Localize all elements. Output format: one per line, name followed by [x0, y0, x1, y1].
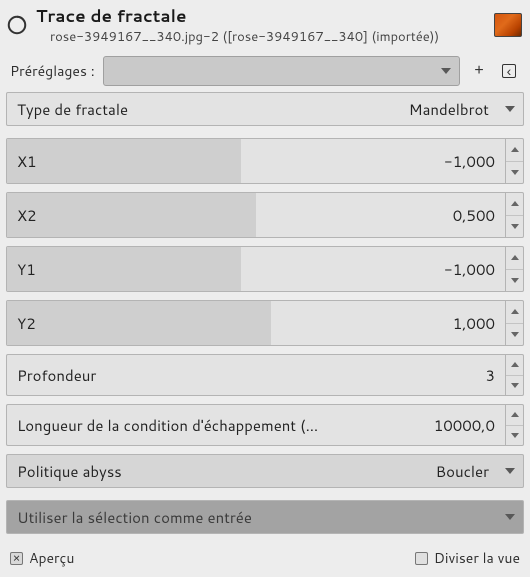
x2-spin-up[interactable] — [506, 193, 523, 215]
presets-row: Préréglages : + — [0, 50, 530, 92]
abyss-value: Boucler — [436, 461, 489, 482]
y2-fill — [7, 301, 271, 345]
escape-value: 10000,0 — [434, 415, 495, 436]
depth-spin-down[interactable] — [506, 375, 523, 396]
y1-fill — [7, 247, 241, 291]
dialog-subtitle: rose-3949167__340.jpg-2 ([rose-3949167__… — [36, 28, 486, 46]
escape-spinner — [505, 405, 523, 445]
x2-spin-down[interactable] — [506, 215, 523, 238]
checkbox-unchecked-icon — [415, 552, 428, 565]
preview-checkbox[interactable]: Aperçu — [10, 548, 74, 568]
y2-slider[interactable]: Y2 1,000 — [6, 300, 524, 346]
use-selection-label: Utiliser la sélection comme entrée — [17, 507, 252, 528]
escape-spin-down[interactable] — [506, 425, 523, 446]
presets-combo[interactable] — [103, 56, 460, 86]
fractal-type-select[interactable]: Type de fractale Mandelbrot — [6, 92, 524, 126]
title-block: Trace de fractale rose-3949167__340.jpg-… — [36, 4, 486, 46]
fractal-type-value: Mandelbrot — [409, 99, 489, 120]
x2-fill — [7, 193, 256, 237]
y1-spinner — [505, 247, 523, 291]
params-panel: Type de fractale Mandelbrot X1 -1,000 — [0, 92, 530, 534]
chevron-down-icon — [441, 68, 451, 74]
depth-label: Profondeur — [17, 365, 96, 386]
abyss-policy-select[interactable]: Politique abyss Boucler — [6, 454, 524, 488]
y1-label: Y1 — [17, 259, 36, 280]
x1-spinner — [505, 139, 523, 183]
dialog-fractal-trace: Trace de fractale rose-3949167__340.jpg-… — [0, 0, 530, 572]
gimp-icon — [6, 14, 28, 36]
depth-value: 3 — [485, 365, 495, 386]
abyss-label: Politique abyss — [17, 461, 122, 482]
x2-value: 0,500 — [453, 205, 495, 226]
depth-slider[interactable]: Profondeur 3 — [6, 354, 524, 396]
y1-slider[interactable]: Y1 -1,000 — [6, 246, 524, 292]
y1-spin-down[interactable] — [506, 269, 523, 292]
x1-spin-up[interactable] — [506, 139, 523, 161]
x1-label: X1 — [17, 151, 37, 172]
checkbox-checked-icon — [10, 552, 23, 565]
split-view-label: Diviser la vue — [434, 548, 520, 568]
fractal-type-label: Type de fractale — [17, 99, 128, 120]
y2-spinner — [505, 301, 523, 345]
preset-menu-button[interactable] — [498, 60, 520, 82]
y2-spin-down[interactable] — [506, 323, 523, 346]
y1-spin-up[interactable] — [506, 247, 523, 269]
y1-value: -1,000 — [444, 259, 495, 280]
y2-label: Y2 — [17, 313, 36, 334]
depth-spinner — [505, 355, 523, 395]
presets-label: Préréglages : — [10, 61, 95, 81]
x2-label: X2 — [17, 205, 37, 226]
escape-slider[interactable]: Longueur de la condition d'échappement (… — [6, 404, 524, 446]
dialog-title: Trace de fractale — [36, 4, 486, 28]
use-selection-select[interactable]: Utiliser la sélection comme entrée — [6, 500, 524, 534]
chevron-down-icon — [505, 468, 515, 474]
preset-add-button[interactable]: + — [468, 60, 490, 82]
preview-label: Aperçu — [29, 548, 74, 568]
image-thumbnail — [494, 13, 522, 37]
x1-value: -1,000 — [444, 151, 495, 172]
chevron-down-icon — [505, 514, 515, 520]
split-view-checkbox[interactable]: Diviser la vue — [415, 548, 520, 568]
preset-menu-icon — [502, 64, 516, 78]
dialog-header: Trace de fractale rose-3949167__340.jpg-… — [0, 0, 530, 50]
depth-spin-up[interactable] — [506, 355, 523, 375]
chevron-down-icon — [505, 106, 515, 112]
escape-spin-up[interactable] — [506, 405, 523, 425]
x1-slider[interactable]: X1 -1,000 — [6, 138, 524, 184]
escape-label: Longueur de la condition d'échappement (… — [17, 415, 318, 436]
x2-slider[interactable]: X2 0,500 — [6, 192, 524, 238]
y2-value: 1,000 — [453, 313, 495, 334]
y2-spin-up[interactable] — [506, 301, 523, 323]
x1-spin-down[interactable] — [506, 161, 523, 184]
dialog-footer: Aperçu Diviser la vue — [0, 544, 530, 572]
x2-spinner — [505, 193, 523, 237]
x1-fill — [7, 139, 241, 183]
